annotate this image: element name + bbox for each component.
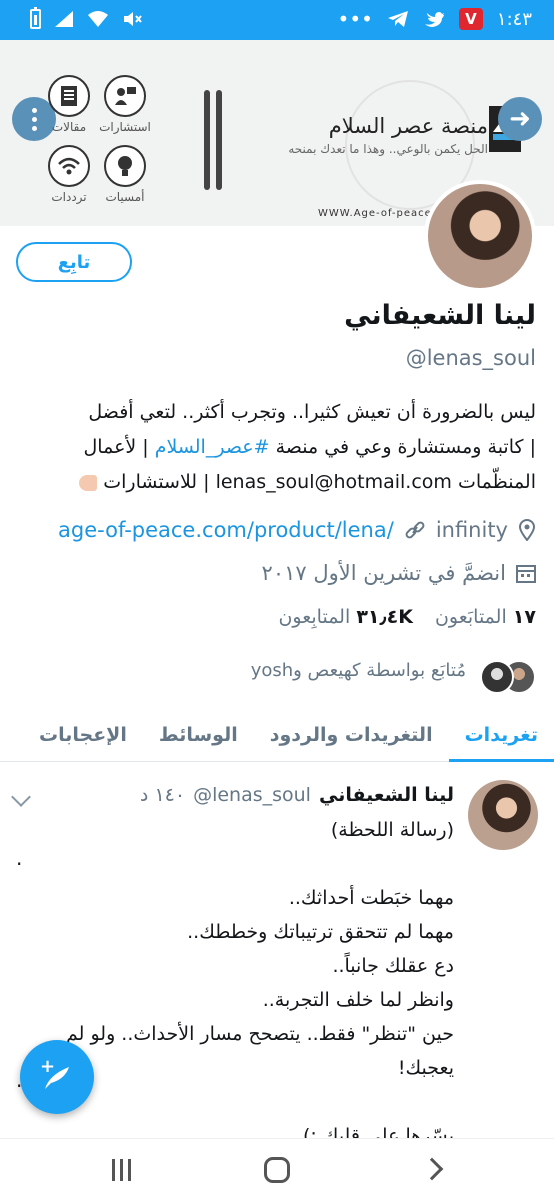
articles-icon [48,75,90,117]
following-count: ١٧ [512,606,536,628]
back-icon[interactable] [420,1157,444,1181]
profile-meta-location-website: infinity age-of-peace.com/product/lena/ [58,515,536,545]
profile-location: infinity [435,518,508,542]
tweet-header: لينا الشعيفاني @lenas_soul ١٤٠ د [140,784,454,806]
tweet-line: مهما لم تتحقق ترتيباتك وخططك.. [187,921,454,943]
tweet-side-dot: . [16,846,23,870]
notification-dots: ••• [337,7,373,31]
tweet-line: مهما خبَطت أحداثك.. [288,887,454,909]
tweet-line: (رسالة اللحظة) [330,819,454,841]
profile-handle: @lenas_soul [405,346,536,370]
tweet-author-name[interactable]: لينا الشعيفاني [319,784,454,806]
followers-stat[interactable]: ٣١٫٤K المتابِعون [278,606,412,628]
profile-website-link[interactable]: age-of-peace.com/product/lena/ [58,518,394,542]
recents-icon[interactable] [112,1159,134,1181]
status-icons-left [30,7,143,30]
status-bar: ••• V ١:٤٣ [0,0,554,40]
profile-avatar[interactable] [424,180,536,292]
banner-label-evenings: أمسيات [105,190,145,204]
profile-meta-joined: انضمَّ في تشرين الأول ٢٠١٧ [262,558,536,588]
profile-bio: ليس بالضرورة أن تعيش كثيرا.. وتجرب أكثر.… [16,395,536,500]
banner-brand-tagline: الحل يكمن بالوعي.. وهذا ما تعدك بمنحه [288,142,488,156]
tweet-line [18,847,454,881]
tweet-time: ١٤٠ د [139,784,186,806]
system-nav-bar [0,1138,554,1200]
profile-tabs: تغريدات التغريدات والردود الوسائط الإعجا… [0,712,554,762]
tweet-author-handle: @lenas_soul [193,784,311,806]
bio-line-2: | كاتبة ومستشارة وعي في منصة #عصر_السلام… [16,430,536,465]
bio-line-3-text: المنظّمات lenas_soul@hotmail.com | للاست… [103,471,536,493]
tab-likes[interactable]: الإعجابات [23,712,143,762]
chevron-down-icon[interactable] [11,787,31,807]
bio-hashtag-link[interactable]: #عصر_السلام [155,436,270,458]
link-icon [405,521,425,539]
banner-url: WWW.Age-of-peace.c [318,208,443,219]
followed-by-avatars[interactable] [476,660,536,696]
frequencies-icon [48,145,90,187]
status-time: ١:٤٣ [496,8,532,30]
profile-name: لينا الشعيفاني [344,300,536,331]
followers-count: ٣١٫٤K [356,606,413,628]
tweet-line: دع عقلك جانباً.. [332,955,454,977]
tweet-line: حين "تنظر" فقط.. يتصحح مسار الأحداث.. ول… [65,1023,454,1045]
location-pin-icon [518,519,536,541]
tab-tweets[interactable]: تغريدات [448,712,554,762]
following-label: المتابَعون [434,606,507,628]
following-stat[interactable]: ١٧ المتابَعون [435,606,536,628]
status-icons-right: ••• V ١:٤٣ [338,8,532,30]
followed-by[interactable]: مُتابَع بواسطة كهيعص وyosh [251,660,466,681]
signal-icon [55,11,73,27]
bio-line-3: المنظّمات lenas_soul@hotmail.com | للاست… [16,465,536,500]
banner-divider-bars [204,90,224,190]
wifi-icon [88,11,108,27]
calendar-icon [516,565,536,583]
twitter-icon [424,12,444,27]
arrow-right-icon[interactable]: ➜ [498,97,542,141]
mute-icon [124,12,142,26]
tweet-author-avatar[interactable] [468,780,538,850]
bio-line-1: ليس بالضرورة أن تعيش كثيرا.. وتجرب أكثر.… [88,401,536,423]
vodafone-badge-icon: V [458,8,483,30]
followers-label: المتابِعون [278,606,351,628]
lightbulb-icon [104,145,146,187]
battery-icon [30,7,41,29]
bio-line-2-suffix: | لأعمال [83,436,155,458]
consultations-icon [104,75,146,117]
profile-joined-date: انضمَّ في تشرين الأول ٢٠١٧ [261,561,506,585]
tab-media[interactable]: الوسائط [143,712,254,762]
banner-label-consultations: استشارات [99,120,151,134]
tweet-line: وانظر لما خلف التجربة.. [262,989,454,1011]
profile-stats: ١٧ المتابَعون ٣١٫٤K المتابِعون [278,606,536,628]
bio-line-2-prefix: | كاتبة ومستشارة وعي في منصة [269,436,536,458]
follower-avatar [480,660,514,694]
pointing-hand-emoji-icon [79,474,98,491]
compose-plus: + [40,1056,56,1077]
followed-by-text: مُتابَع بواسطة كهيعص وyosh [250,660,466,681]
tab-tweets-replies[interactable]: التغريدات والردود [254,712,449,762]
telegram-icon [387,11,408,27]
compose-tweet-button[interactable]: + [20,1040,94,1114]
banner-brand-title: منصة عصر السلام [328,114,488,138]
home-icon[interactable] [264,1157,290,1183]
follow-button[interactable]: تابِع [16,242,132,282]
